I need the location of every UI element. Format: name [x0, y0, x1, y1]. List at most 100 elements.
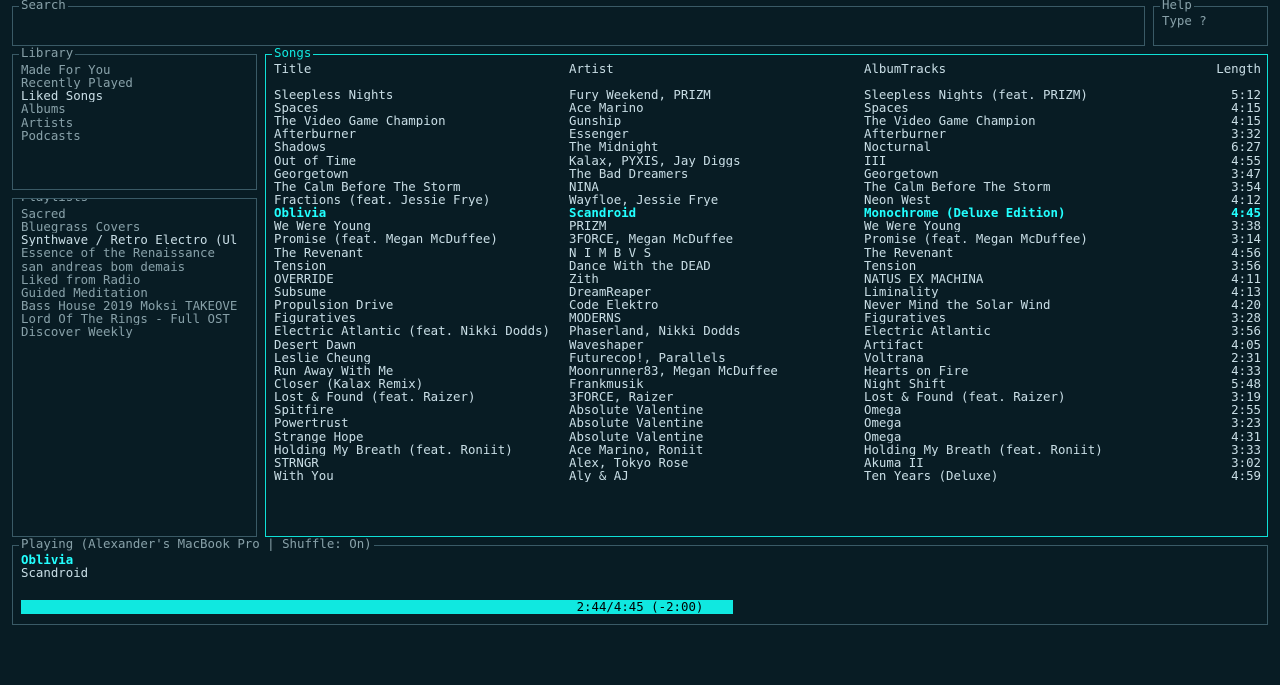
song-artist: The Midnight [569, 140, 864, 153]
col-album[interactable]: AlbumTracks [864, 63, 1159, 88]
song-album: Omega [864, 403, 1159, 416]
song-length: 3:19 [1159, 390, 1261, 403]
playlist-item[interactable]: Discover Weekly [21, 325, 248, 338]
song-length: 2:31 [1159, 351, 1261, 364]
playlist-item[interactable]: Bass House 2019 Moksi TAKEOVE [21, 299, 248, 312]
progress-text: 2:44/4:45 (-2:00) [21, 600, 1259, 614]
song-title: Oblivia [274, 206, 569, 219]
song-row[interactable]: Promise (feat. Megan McDuffee)3FORCE, Me… [274, 232, 1261, 245]
search-input[interactable] [21, 15, 1136, 39]
song-title: Georgetown [274, 167, 569, 180]
song-row[interactable]: Leslie CheungFuturecop!, ParallelsVoltra… [274, 351, 1261, 364]
library-item[interactable]: Liked Songs [21, 89, 248, 102]
now-playing-artist: Scandroid [21, 567, 1259, 580]
song-row[interactable]: Closer (Kalax Remix)FrankmusikNight Shif… [274, 377, 1261, 390]
song-length: 3:56 [1159, 259, 1261, 272]
playlist-item[interactable]: Lord Of The Rings - Full OST [21, 312, 248, 325]
library-item[interactable]: Recently Played [21, 76, 248, 89]
song-artist: Alex, Tokyo Rose [569, 456, 864, 469]
song-length: 4:15 [1159, 114, 1261, 127]
song-album: Electric Atlantic [864, 324, 1159, 337]
song-album: Sleepless Nights (feat. PRIZM) [864, 88, 1159, 101]
song-row[interactable]: FigurativesMODERNSFiguratives3:28 [274, 311, 1261, 324]
song-row[interactable]: GeorgetownThe Bad DreamersGeorgetown3:47 [274, 167, 1261, 180]
playlist-item[interactable]: san andreas bom demais [21, 260, 248, 273]
song-album: Voltrana [864, 351, 1159, 364]
song-album: Figuratives [864, 311, 1159, 324]
song-title: Sleepless Nights [274, 88, 569, 101]
songs-header-row: Title Artist AlbumTracks Length [274, 63, 1261, 88]
library-item[interactable]: Albums [21, 102, 248, 115]
song-artist: NINA [569, 180, 864, 193]
song-album: NATUS EX MACHINA [864, 272, 1159, 285]
playlist-item[interactable]: Guided Meditation [21, 286, 248, 299]
song-artist: PRIZM [569, 219, 864, 232]
song-album: We Were Young [864, 219, 1159, 232]
song-title: OVERRIDE [274, 272, 569, 285]
playlists-list: SacredBluegrass CoversSynthwave / Retro … [21, 207, 248, 338]
search-box[interactable]: Search [12, 6, 1145, 46]
song-row[interactable]: Strange HopeAbsolute ValentineOmega4:31 [274, 430, 1261, 443]
progress-bar[interactable]: 2:44/4:45 (-2:00) [21, 600, 1259, 614]
song-row[interactable]: Out of TimeKalax, PYXIS, Jay DiggsIII4:5… [274, 154, 1261, 167]
library-item[interactable]: Podcasts [21, 129, 248, 142]
song-album: Ten Years (Deluxe) [864, 469, 1159, 482]
song-row[interactable]: AfterburnerEssengerAfterburner3:32 [274, 127, 1261, 140]
song-row[interactable]: Desert DawnWaveshaperArtifact4:05 [274, 338, 1261, 351]
song-album: Tension [864, 259, 1159, 272]
song-artist: Frankmusik [569, 377, 864, 390]
song-album: Promise (feat. Megan McDuffee) [864, 232, 1159, 245]
song-title: Subsume [274, 285, 569, 298]
col-artist[interactable]: Artist [569, 63, 864, 88]
song-row[interactable]: TensionDance With the DEADTension3:56 [274, 259, 1261, 272]
song-title: Electric Atlantic (feat. Nikki Dodds) [274, 324, 569, 337]
song-row[interactable]: We Were YoungPRIZMWe Were Young3:38 [274, 219, 1261, 232]
song-row[interactable]: The RevenantN I M B V SThe Revenant4:56 [274, 246, 1261, 259]
song-artist: Dance With the DEAD [569, 259, 864, 272]
song-row[interactable]: SpacesAce MarinoSpaces4:15 [274, 101, 1261, 114]
song-row[interactable]: SubsumeDreamReaperLiminality4:13 [274, 285, 1261, 298]
col-title[interactable]: Title [274, 63, 569, 88]
song-row[interactable]: OVERRIDEZithNATUS EX MACHINA4:11 [274, 272, 1261, 285]
song-title: Afterburner [274, 127, 569, 140]
song-row[interactable]: The Calm Before The StormNINAThe Calm Be… [274, 180, 1261, 193]
playlist-item[interactable]: Bluegrass Covers [21, 220, 248, 233]
song-album: Hearts on Fire [864, 364, 1159, 377]
song-artist: MODERNS [569, 311, 864, 324]
song-row[interactable]: Fractions (feat. Jessie Frye)Wayfloe, Je… [274, 193, 1261, 206]
song-length: 4:55 [1159, 154, 1261, 167]
song-length: 3:54 [1159, 180, 1261, 193]
song-row[interactable]: Holding My Breath (feat. Roniit)Ace Mari… [274, 443, 1261, 456]
playlist-item[interactable]: Sacred [21, 207, 248, 220]
song-row[interactable]: STRNGRAlex, Tokyo RoseAkuma II3:02 [274, 456, 1261, 469]
song-row[interactable]: The Video Game ChampionGunshipThe Video … [274, 114, 1261, 127]
library-item[interactable]: Artists [21, 116, 248, 129]
song-artist: Moonrunner83, Megan McDuffee [569, 364, 864, 377]
song-row[interactable]: PowertrustAbsolute ValentineOmega3:23 [274, 416, 1261, 429]
library-item[interactable]: Made For You [21, 63, 248, 76]
song-row[interactable]: SpitfireAbsolute ValentineOmega2:55 [274, 403, 1261, 416]
song-row[interactable]: Run Away With MeMoonrunner83, Megan McDu… [274, 364, 1261, 377]
song-artist: Wayfloe, Jessie Frye [569, 193, 864, 206]
song-row[interactable]: Propulsion DriveCode ElektroNever Mind t… [274, 298, 1261, 311]
playlist-item[interactable]: Liked from Radio [21, 273, 248, 286]
song-row[interactable]: With YouAly & AJTen Years (Deluxe)4:59 [274, 469, 1261, 482]
col-length[interactable]: Length [1159, 63, 1261, 88]
song-row[interactable]: Lost & Found (feat. Raizer)3FORCE, Raize… [274, 390, 1261, 403]
song-row[interactable]: Electric Atlantic (feat. Nikki Dodds)Pha… [274, 324, 1261, 337]
song-length: 4:11 [1159, 272, 1261, 285]
song-row[interactable]: ObliviaScandroidMonochrome (Deluxe Editi… [274, 206, 1261, 219]
song-row[interactable]: Sleepless NightsFury Weekend, PRIZMSleep… [274, 88, 1261, 101]
song-artist: Gunship [569, 114, 864, 127]
song-title: Tension [274, 259, 569, 272]
song-length: 3:14 [1159, 232, 1261, 245]
playlist-item[interactable]: Synthwave / Retro Electro (Ul [21, 233, 248, 246]
song-title: STRNGR [274, 456, 569, 469]
playlist-item[interactable]: Essence of the Renaissance [21, 246, 248, 259]
song-title: Closer (Kalax Remix) [274, 377, 569, 390]
song-title: We Were Young [274, 219, 569, 232]
song-row[interactable]: ShadowsThe MidnightNocturnal6:27 [274, 140, 1261, 153]
song-artist: DreamReaper [569, 285, 864, 298]
songs-box: Songs Title Artist AlbumTracks Length Sl… [265, 54, 1268, 537]
playing-box: Playing (Alexander's MacBook Pro | Shuff… [12, 545, 1268, 625]
